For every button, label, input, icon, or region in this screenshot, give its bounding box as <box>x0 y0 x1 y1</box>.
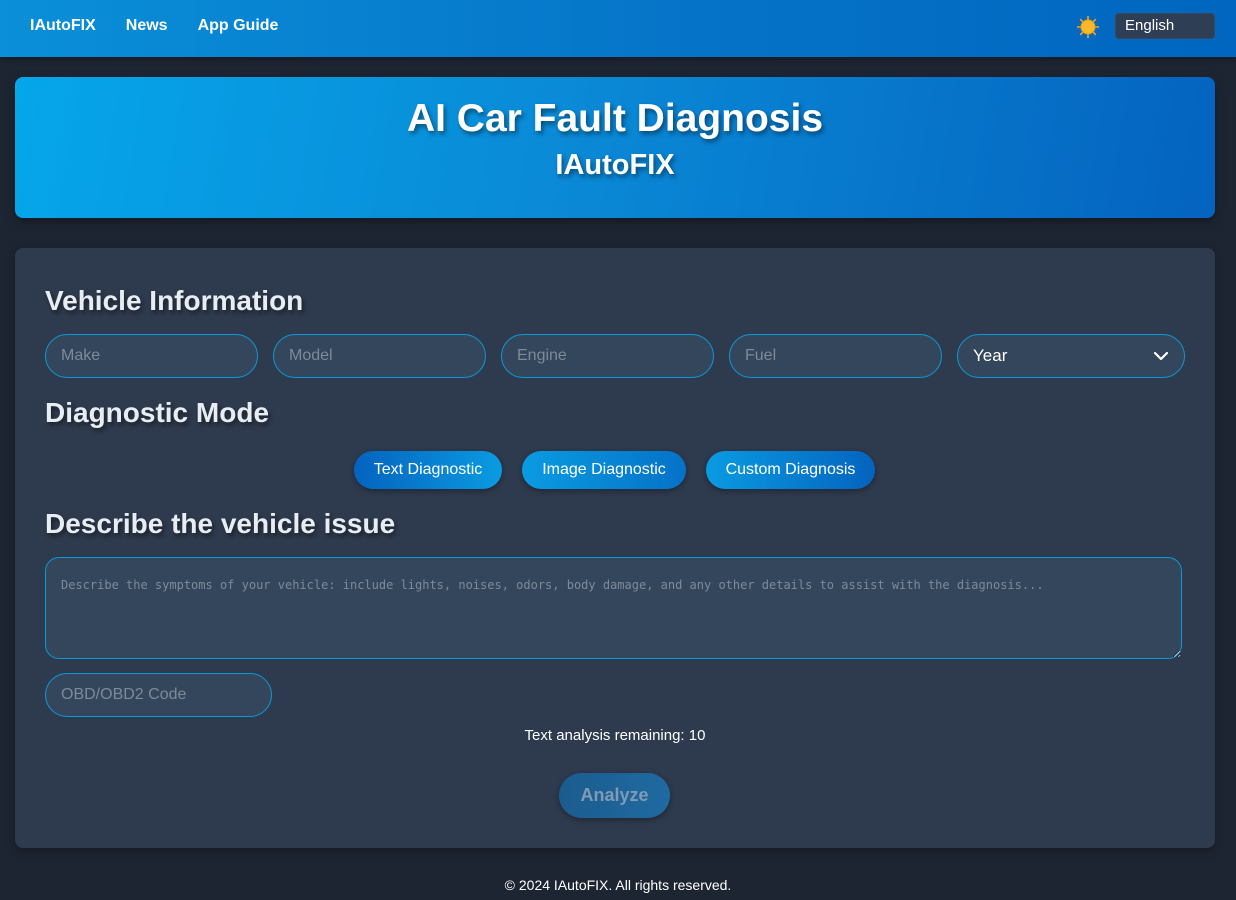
page-title: AI Car Fault Diagnosis <box>406 97 824 140</box>
issue-description-textarea[interactable] <box>45 557 1182 659</box>
make-input[interactable] <box>45 334 258 378</box>
nav-links: IAutoFIX News App Guide <box>30 0 308 52</box>
navbar: IAutoFIX News App Guide English <box>0 0 1236 57</box>
issue-heading: Describe the vehicle issue <box>45 508 396 539</box>
image-diagnostic-button[interactable]: Image Diagnostic <box>522 451 686 489</box>
sun-icon[interactable] <box>1076 15 1100 39</box>
nav-link-news[interactable]: News <box>126 17 168 35</box>
obd-code-input[interactable] <box>45 673 272 717</box>
diagnosis-card: Vehicle Information Year Diagnostic Mode… <box>15 248 1215 848</box>
fuel-input[interactable] <box>729 334 942 378</box>
language-select[interactable]: English <box>1115 13 1215 39</box>
nav-link-app-guide[interactable]: App Guide <box>198 17 279 35</box>
hero-banner: AI Car Fault Diagnosis IAutoFIX <box>15 77 1215 218</box>
sun-icon-graphic <box>1076 15 1100 39</box>
diagnostic-mode-heading: Diagnostic Mode <box>45 397 270 428</box>
engine-input[interactable] <box>501 334 714 378</box>
year-select[interactable]: Year <box>957 334 1185 378</box>
footer-copyright: © 2024 IAutoFIX. All rights reserved. <box>504 877 732 893</box>
analysis-remaining-text: Text analysis remaining: 10 <box>524 727 706 744</box>
nav-link-home[interactable]: IAutoFIX <box>30 17 96 35</box>
text-diagnostic-button[interactable]: Text Diagnostic <box>354 451 502 489</box>
model-input[interactable] <box>273 334 486 378</box>
analyze-button[interactable]: Analyze <box>559 773 670 818</box>
custom-diagnosis-button[interactable]: Custom Diagnosis <box>706 451 875 489</box>
page-subtitle: IAutoFIX <box>555 149 675 181</box>
chevron-down-icon <box>1153 351 1169 361</box>
year-select-value: Year <box>973 346 1008 365</box>
vehicle-info-heading: Vehicle Information <box>45 285 304 316</box>
